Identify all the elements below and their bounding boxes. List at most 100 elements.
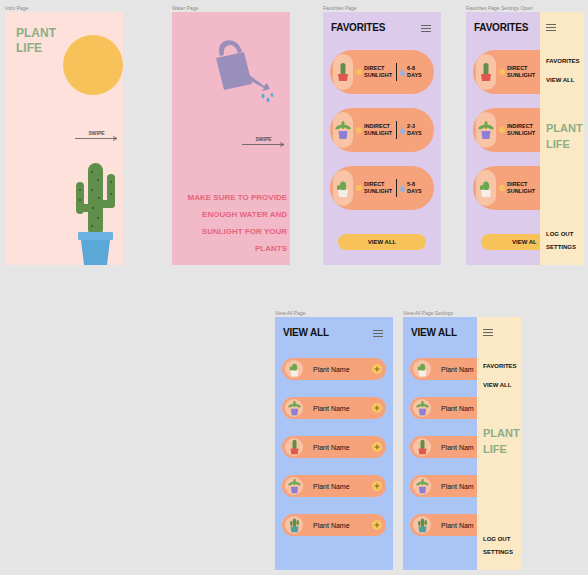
plant-icon: [476, 170, 496, 206]
plant-name: Plant Nam: [441, 482, 474, 491]
sunlight-label: DIRECT SUNLIGHT: [364, 181, 393, 195]
phone-frame: VIEW ALLPlant NamePlant NamePlant NamePl…: [275, 317, 393, 570]
sunlight-label: DIRECT SUNLIGHT: [364, 65, 393, 79]
app-title: PLANT LIFE: [546, 120, 584, 152]
menu-item[interactable]: VIEW ALL: [483, 382, 518, 389]
menu-item[interactable]: LOG OUT: [483, 536, 518, 543]
menu-icon[interactable]: [373, 330, 383, 337]
page-title: VIEW ALL: [283, 327, 329, 339]
plant-row[interactable]: Plant Name: [282, 358, 386, 380]
plant-name: Plant Nam: [441, 521, 474, 530]
arrow-icon: [75, 136, 118, 141]
plant-card[interactable]: INDIRECT SUNLIGHT 2-3 DAYS: [330, 108, 434, 152]
plant-icon: [285, 360, 303, 378]
menu-item[interactable]: VIEW ALL: [546, 77, 581, 84]
divider: [396, 63, 397, 81]
phone-frame: FAVORITESDIRECT SUNLIGHTINDIRECT SUNLIGH…: [466, 12, 584, 265]
frame-slot: View All Page SettingsVIEW ALLPlant NamP…: [403, 317, 521, 570]
plant-icon: [333, 170, 353, 206]
add-icon[interactable]: [372, 520, 382, 530]
plant-list: Plant Name Plant Name Plant Name Plant Name…: [275, 358, 393, 536]
intro-header: PLANT LIFE: [5, 12, 123, 95]
phone-frame: FAVORITES DIRECT SUNLIGHT 6-8 DAYS INDIRECT…: [323, 12, 441, 265]
page-title: FAVORITES: [331, 22, 385, 34]
arrow-icon: [242, 142, 285, 147]
plant-list: DIRECT SUNLIGHT 6-8 DAYS INDIRECT SUNLIGHT…: [323, 50, 441, 210]
menu-item[interactable]: LOG OUT: [546, 231, 581, 238]
water-label: 2-3 DAYS: [407, 123, 424, 137]
plant-name: Plant Nam: [441, 443, 474, 452]
frame-slot: Favorites PageFAVORITESDIRECT SUNLIGHT6-…: [323, 12, 441, 265]
water-drop-icon: [400, 127, 405, 134]
phone-frame: SWIPE MAKE SURE TO PROVIDE ENOUGH WATER A…: [172, 12, 290, 265]
menu-icon[interactable]: [483, 329, 493, 336]
frame-slot: Intro PagePLANT LIFESWIPE: [5, 12, 123, 265]
plant-name: Plant Name: [313, 482, 350, 491]
plant-icon: [333, 54, 353, 90]
sun-icon: [63, 35, 123, 95]
plant-name: Plant Name: [313, 443, 350, 452]
plant-icon: [285, 477, 303, 495]
sunlight-label: INDIRECT SUNLIGHT: [364, 123, 393, 137]
add-icon[interactable]: [372, 481, 382, 491]
add-icon[interactable]: [372, 403, 382, 413]
phone-frame: PLANT LIFE SWIPE: [5, 12, 123, 265]
app-title: PLANT LIFE: [5, 12, 58, 56]
plant-card[interactable]: DIRECT SUNLIGHT 6-8 DAYS: [330, 50, 434, 94]
plant-icon: [476, 112, 496, 148]
menu-item[interactable]: FAVORITES: [483, 363, 518, 370]
watering-can-icon: [194, 38, 290, 104]
frame-slot: Favorites Page Settings OpenFAVORITESDIR…: [466, 12, 584, 265]
app-title: PLANT LIFE: [483, 425, 521, 457]
page-header: FAVORITES: [323, 12, 441, 34]
tip-message: MAKE SURE TO PROVIDE ENOUGH WATER AND SU…: [172, 189, 290, 265]
plant-row[interactable]: Plant Name: [282, 397, 386, 419]
sun-icon: [499, 127, 505, 133]
plant-name: Plant Nam: [441, 365, 474, 374]
plant-icon: [285, 438, 303, 456]
add-icon[interactable]: [372, 442, 382, 452]
plant-card[interactable]: DIRECT SUNLIGHT 5-8 DAYS: [330, 166, 434, 210]
menu-item[interactable]: SETTINGS: [546, 244, 581, 251]
menu-footer: LOG OUT SETTINGS: [483, 536, 518, 556]
plant-row[interactable]: Plant Name: [282, 475, 386, 497]
divider: [396, 121, 397, 139]
frame-label: Favorites Page: [323, 5, 357, 11]
settings-menu: FAVORITES VIEW ALL PLANT LIFE LOG OUT SETTIN…: [477, 317, 521, 570]
plant-name: Plant Name: [313, 404, 350, 413]
page-title: VIEW ALL: [411, 327, 457, 339]
menu-item[interactable]: SETTINGS: [483, 549, 518, 556]
water-label: 6-8 DAYS: [407, 65, 424, 79]
sun-icon: [356, 127, 362, 133]
phone-frame: VIEW ALL Plant Nam Plant Nam Plant Nam Plant…: [403, 317, 521, 570]
plant-row[interactable]: Plant Name: [282, 436, 386, 458]
divider: [396, 179, 397, 197]
menu-list: FAVORITES VIEW ALL: [483, 363, 518, 389]
menu-item[interactable]: FAVORITES: [546, 58, 581, 65]
sun-icon: [499, 185, 505, 191]
swipe-hint[interactable]: SWIPE: [242, 136, 290, 147]
plant-row[interactable]: Plant Name: [282, 514, 386, 536]
menu-icon[interactable]: [546, 24, 556, 31]
swipe-hint[interactable]: SWIPE: [75, 130, 123, 141]
sun-icon: [356, 185, 362, 191]
swipe-label: SWIPE: [255, 136, 271, 142]
view-all-button[interactable]: VIEW ALL: [338, 234, 426, 250]
frame-label: View All Page Settings: [403, 310, 453, 316]
design-canvas: Intro PagePLANT LIFESWIPEWater PageSWIPE…: [0, 0, 588, 575]
page-header: VIEW ALL: [275, 317, 393, 339]
menu-list: FAVORITES VIEW ALL: [546, 58, 581, 84]
menu-footer: LOG OUT SETTINGS: [546, 231, 581, 251]
settings-menu: FAVORITES VIEW ALL PLANT LIFE LOG OUT SETTIN…: [540, 12, 584, 265]
menu-icon[interactable]: [421, 25, 431, 32]
sunlight-label: DIRECT SUNLIGHT: [507, 181, 536, 195]
plant-icon: [476, 54, 496, 90]
sun-icon: [499, 69, 505, 75]
add-icon[interactable]: [372, 364, 382, 374]
water-drop-icon: [400, 185, 405, 192]
plant-name: Plant Name: [313, 365, 350, 374]
water-label: 5-8 DAYS: [407, 181, 424, 195]
water-drop-icon: [400, 69, 405, 76]
sunlight-label: DIRECT SUNLIGHT: [507, 65, 536, 79]
plant-icon: [413, 399, 431, 417]
